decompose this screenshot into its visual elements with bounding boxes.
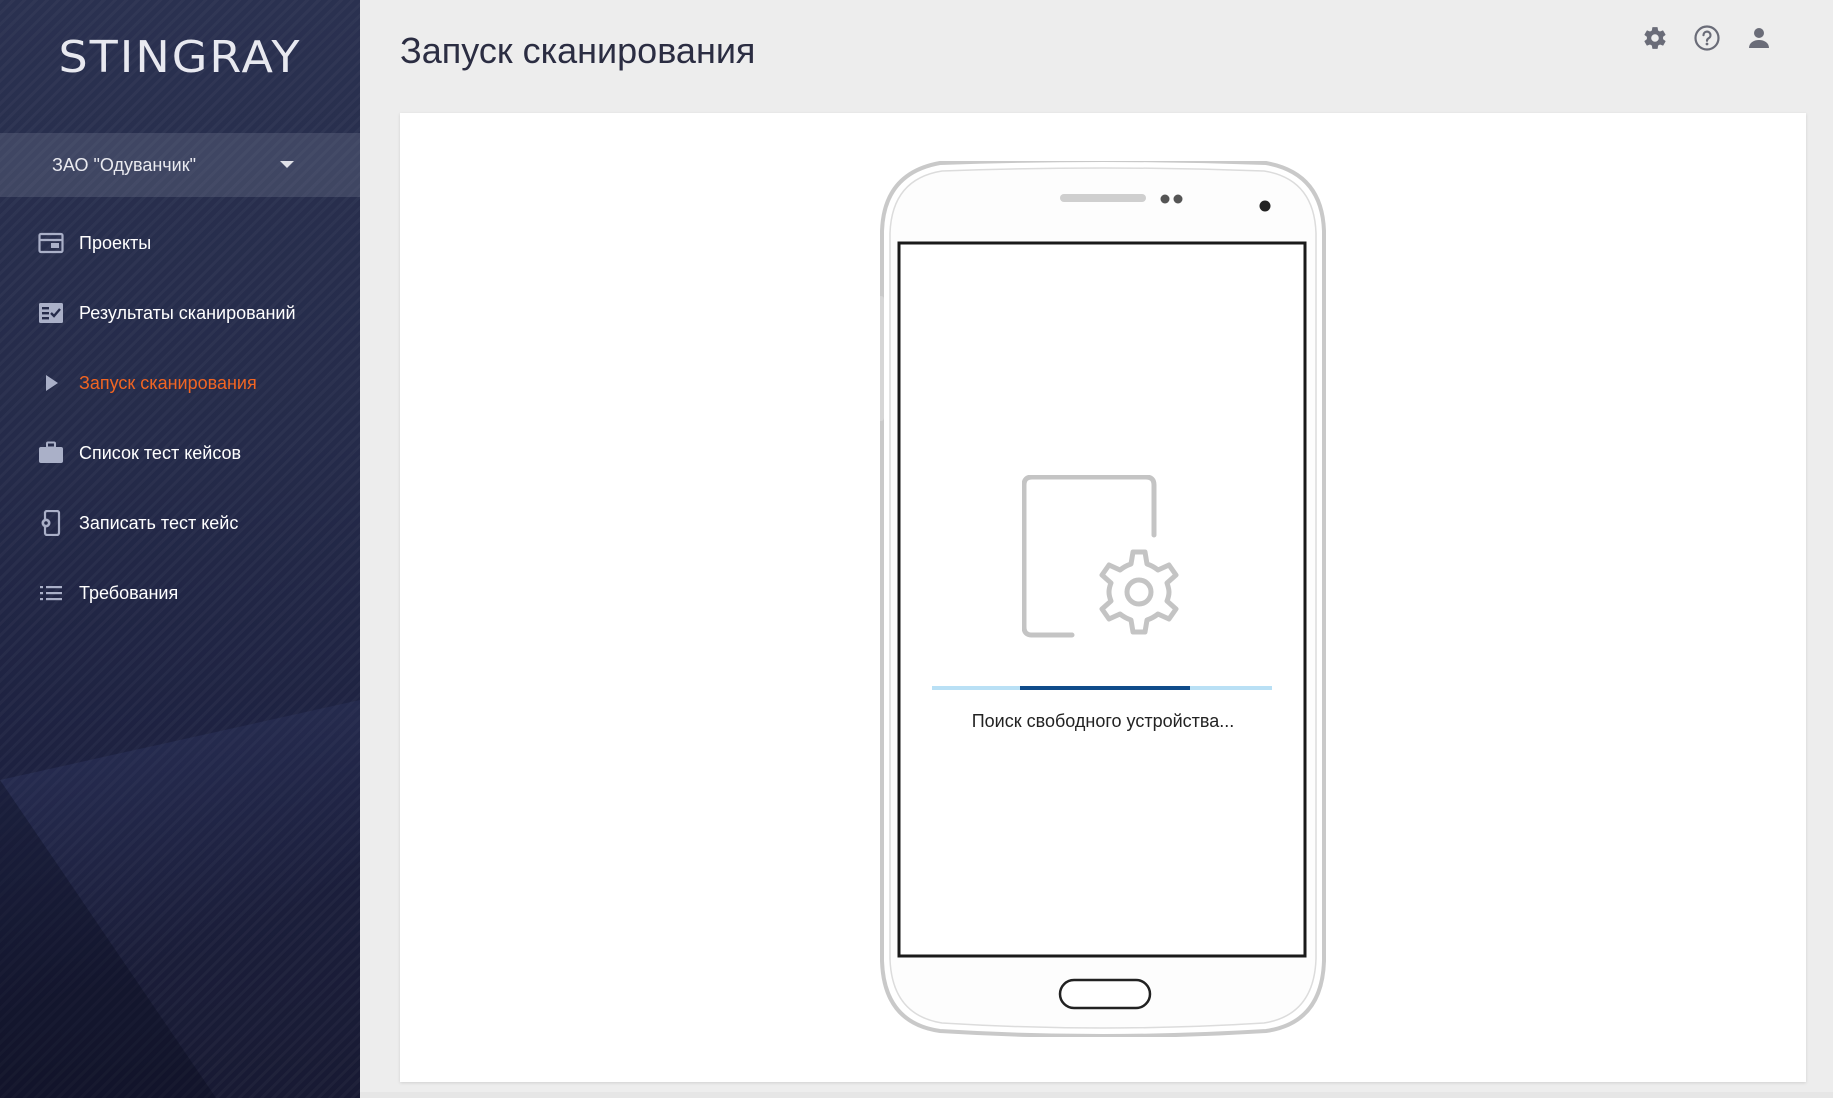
page-title: Запуск сканирования (400, 30, 756, 71)
sidebar-item-record-test-case[interactable]: Записать тест кейс (0, 488, 360, 558)
sidebar-item-label: Записать тест кейс (79, 512, 239, 533)
sidebar-item-label: Проекты (79, 232, 152, 253)
list-icon (38, 580, 64, 606)
sidebar-item-start-scan[interactable]: Запуск сканирования (0, 348, 360, 418)
organization-selector[interactable]: ЗАО "Одуванчик" (0, 133, 360, 197)
device-search-status: Поиск свободного устройства... (971, 711, 1235, 731)
sidebar-item-label: Требования (79, 582, 179, 603)
sidebar-item-scan-results[interactable]: Результаты сканирований (0, 278, 360, 348)
header-actions (1641, 24, 1773, 52)
search-progress-bar (932, 686, 1272, 690)
user-icon[interactable] (1745, 24, 1773, 52)
sidebar: STINGRAY ЗАО "Одуванчик" Проекты Результ… (0, 0, 360, 1098)
sidebar-item-label: Запуск сканирования (79, 372, 257, 393)
search-progress-fill (1020, 686, 1191, 690)
sidebar-nav: Проекты Результаты сканирований Запуск с… (0, 208, 360, 628)
sidebar-item-requirements[interactable]: Требования (0, 558, 360, 628)
organization-selector-value: ЗАО "Одуванчик" (52, 154, 196, 175)
scan-results-icon (38, 300, 64, 326)
sidebar-decoration-dark (0, 780, 216, 1098)
device-settings-icon (1022, 475, 1179, 638)
app-logo: STINGRAY (58, 31, 302, 83)
phone-settings-icon (38, 510, 64, 536)
page-bottom-edge (360, 1092, 1833, 1098)
sidebar-item-projects[interactable]: Проекты (0, 208, 360, 278)
sidebar-item-test-cases[interactable]: Список тест кейсов (0, 418, 360, 488)
sidebar-decoration (0, 700, 360, 1098)
briefcase-icon (38, 440, 64, 466)
help-icon[interactable] (1693, 24, 1721, 52)
play-icon (38, 370, 64, 396)
projects-icon (38, 230, 64, 256)
sidebar-item-label: Список тест кейсов (79, 442, 242, 463)
chevron-down-icon (280, 161, 294, 168)
settings-icon[interactable] (1641, 24, 1669, 52)
sidebar-item-label: Результаты сканирований (79, 302, 296, 323)
